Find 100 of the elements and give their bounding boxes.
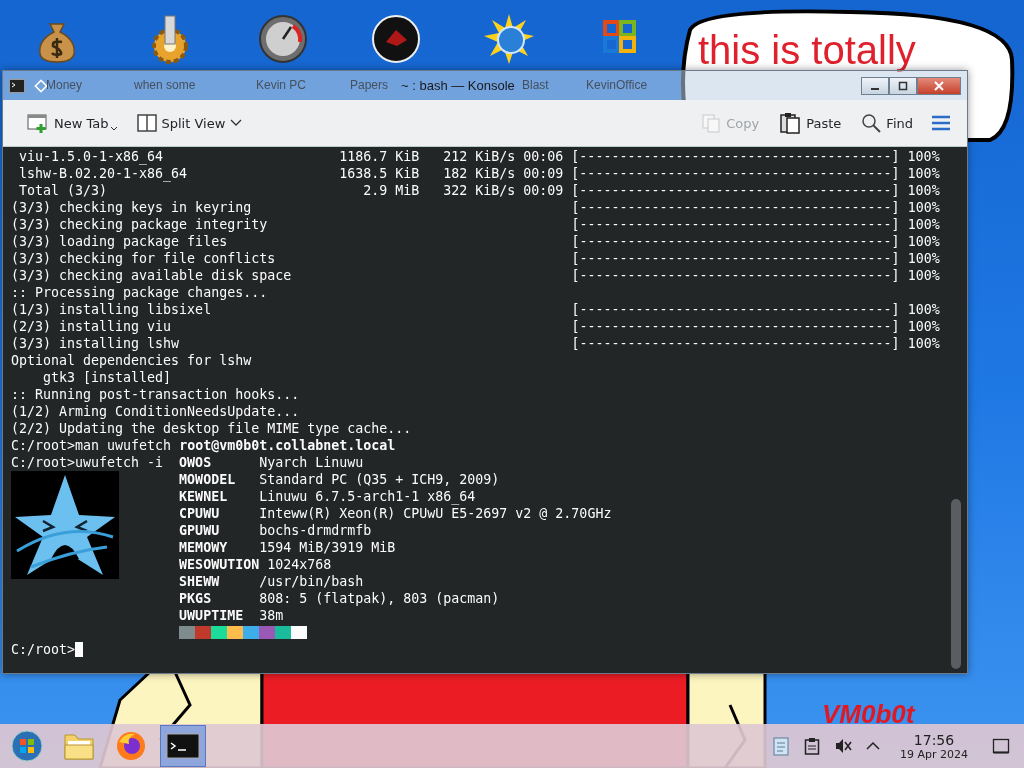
info-key: WESOWUTION <box>179 556 260 573</box>
info-value: 1024x768 <box>267 557 332 572</box>
desktop-icon-label[interactable]: Papers <box>350 78 389 92</box>
terminal-text: 1186.7 KiB 212 KiB/s 00:06 <box>339 148 564 165</box>
percent-text: 100% <box>907 251 940 266</box>
progress-text: [---------------------------------------] <box>571 302 900 317</box>
progress-text: [---------------------------------------] <box>571 268 900 283</box>
find-button[interactable]: Find <box>855 109 919 137</box>
maximize-icon <box>898 80 908 91</box>
info-value: bochs-drmdrmfb <box>259 523 372 538</box>
terminal-text: :: Running post-transaction hooks... <box>11 387 300 402</box>
terminal-text: (1/3) installing libsixel <box>11 301 213 318</box>
terminal-text: (3/3) checking keys in keyring <box>11 199 253 216</box>
info-key: KEWNEL <box>179 488 252 505</box>
percent-text: 100% <box>907 319 940 334</box>
terminal-text: viu-1.5.0-1-x86_64 <box>18 148 165 165</box>
terminal-text: C:/root>uwufetch -i <box>11 455 164 470</box>
progress-text: [---------------------------------------] <box>571 166 900 181</box>
clipboard-icon[interactable] <box>804 737 820 755</box>
percent-text: 100% <box>907 183 940 198</box>
muted-speaker-icon[interactable] <box>834 737 852 755</box>
terminal-text: 2.9 MiB 322 KiB/s 00:09 <box>362 182 564 199</box>
clock-time: 17:56 <box>912 731 956 748</box>
terminal-text: (2/2) Updating the desktop file MIME type cache... <box>11 421 412 436</box>
scrollbar-thumb[interactable] <box>951 499 961 669</box>
terminal-text: (3/3) checking available disk space <box>11 267 293 284</box>
progress-text: [---------------------------------------] <box>571 234 900 249</box>
progress-text: [---------------------------------------] <box>571 183 900 198</box>
close-icon <box>934 80 944 91</box>
pin-icon[interactable] <box>33 77 49 94</box>
info-value: Nyarch Linuwu <box>259 455 364 470</box>
info-value: Linuwu 6.7.5-arch1-1 x86_64 <box>259 489 476 504</box>
terminal-text: gtk3 [installed] <box>42 370 172 385</box>
show-desktop-icon[interactable] <box>992 737 1010 755</box>
dark-orb-icon[interactable] <box>371 14 421 64</box>
clock-date: 19 Apr 2024 <box>900 747 968 761</box>
info-value: 808: 5 (flatpak), 803 (pacman) <box>259 591 500 606</box>
caret-icon <box>230 119 243 127</box>
percent-text: 100% <box>907 149 940 164</box>
terminal-text: (3/3) checking for file conflicts <box>11 250 277 267</box>
terminal-text: C:/root>man uwufetch root@vm0b0t.collabnet.local <box>11 438 396 453</box>
info-key: CPUWU <box>179 505 252 522</box>
clock[interactable]: 17:56 19 Apr 2024 <box>900 731 968 761</box>
progress-text: [---------------------------------------] <box>571 217 900 232</box>
terminal-text: Total (3/3) <box>18 182 109 199</box>
text-cursor <box>75 642 84 657</box>
progress-text: [---------------------------------------] <box>571 251 900 266</box>
percent-text: 100% <box>907 200 940 215</box>
wallpaper-caption: this is totally <box>698 28 916 72</box>
split-view-button[interactable]: Split View <box>130 110 249 136</box>
percent-text: 100% <box>907 217 940 232</box>
progress-text: [---------------------------------------] <box>571 336 900 351</box>
info-value: Inteww(R) Xeon(R) CPUwU E5-2697 v2 @ 2.70GHz <box>259 506 612 521</box>
info-value: 38m <box>259 608 284 623</box>
percent-text: 100% <box>907 166 940 181</box>
new-tab-icon <box>27 113 49 133</box>
minimize-icon <box>871 87 879 90</box>
terminal-text: (2/3) installing viu <box>11 318 173 335</box>
chevron-up-icon[interactable] <box>866 741 880 751</box>
progress-text: [---------------------------------------] <box>571 319 900 334</box>
percent-text: 100% <box>907 302 940 317</box>
terminal-text: (3/3) loading package files <box>11 233 229 250</box>
desktop-icon-label[interactable]: Blast <box>522 78 549 92</box>
terminal-text: :: Processing package changes... <box>11 285 268 300</box>
percent-text: 100% <box>907 268 940 283</box>
new-tab-button[interactable]: New Tab <box>21 109 123 137</box>
percent-text: 100% <box>907 234 940 249</box>
info-key: SHEWW <box>179 573 252 590</box>
terminal-text: (3/3) checking package integrity <box>11 216 269 233</box>
desktop-icon-label[interactable]: when some <box>134 78 196 92</box>
progress-text: [---------------------------------------] <box>571 200 900 215</box>
sun-globe-icon[interactable] <box>484 14 534 64</box>
split-view-icon <box>136 114 157 132</box>
gauge-icon[interactable] <box>258 14 308 64</box>
prompt-text: C:/root> <box>11 642 76 657</box>
info-key: MEMOWY <box>179 539 252 556</box>
window-title: ~ : bash — Konsole <box>401 78 515 93</box>
info-key: PKGS <box>179 590 252 607</box>
info-value: Standard PC (Q35 + ICH9, 2009) <box>259 472 500 487</box>
desktop-icon-label[interactable]: Kevin PC <box>256 78 307 92</box>
copy-icon <box>701 113 722 133</box>
terminal-text: (3/3) installing lshw <box>11 335 181 352</box>
info-key: UWUPTIME <box>179 607 252 624</box>
paste-button[interactable]: Paste <box>773 108 848 138</box>
desktop-icon-label[interactable]: KevinOffice <box>586 78 648 92</box>
terminal-icon[interactable] <box>9 78 25 93</box>
caret-icon <box>110 127 117 131</box>
info-key: OWOS <box>179 454 252 471</box>
clipboard-icon <box>779 112 802 134</box>
terminal-text: Optional dependencies for lshw <box>11 353 252 368</box>
info-value: 1594 MiB/3919 MiB <box>259 540 396 555</box>
search-icon <box>861 113 882 133</box>
percent-text: 100% <box>907 336 940 351</box>
terminal-text: lshw-B.02.20-1-x86_64 <box>18 165 189 182</box>
info-key: MOWODEL <box>179 471 252 488</box>
terminal-button[interactable] <box>160 725 206 767</box>
wallpaper-signature: VM0b0t <box>822 700 915 728</box>
desktop-icon-label[interactable]: Money <box>46 78 83 92</box>
terminal-text: 1638.5 KiB 182 KiB/s 00:09 <box>339 165 564 182</box>
info-value: /usr/bin/bash <box>259 574 364 589</box>
